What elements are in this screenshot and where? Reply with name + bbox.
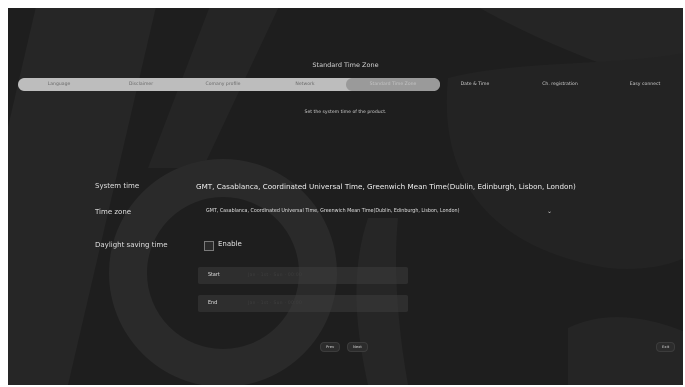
step-language: Language — [47, 82, 71, 87]
next-button[interactable]: Next — [347, 342, 368, 352]
chevron-down-icon: ⌄ — [546, 208, 552, 215]
step-standard-time-zone: Standard Time Zone — [369, 82, 417, 87]
step-disclaimer: Disclaimer — [128, 82, 154, 87]
time-zone-label: Time zone — [95, 208, 132, 216]
dst-start-label: Start — [208, 273, 220, 278]
step-easy-connect: Easy connect — [629, 82, 661, 87]
step-company-profile: Comany profile — [205, 82, 241, 87]
page-title: Standard Time Zone — [312, 61, 379, 69]
dst-enable-checkbox[interactable] — [204, 241, 214, 251]
setup-wizard-screen: Standard Time Zone Language Disclaimer C… — [8, 8, 683, 385]
dst-end-selectors: Jan · 1st · Sun · 00:00 — [248, 301, 303, 306]
dst-enable-label[interactable]: Enable — [218, 240, 242, 248]
system-time-value: GMT, Casablanca, Coordinated Universal T… — [196, 182, 576, 191]
step-network: Network — [295, 82, 315, 87]
step-ch-registration: Ch. registration — [542, 82, 578, 87]
prev-button[interactable]: Prev — [320, 342, 341, 352]
page-description: Set the system time of the product. — [304, 110, 387, 115]
wizard-progress-bar: Language Disclaimer Comany profile Netwo… — [18, 78, 673, 91]
dst-end-label: End — [208, 301, 218, 306]
dst-end-row: End Jan · 1st · Sun · 00:00 — [198, 295, 408, 312]
dst-start-row: Start Jan · 1st · Sun · 00:00 — [198, 267, 408, 284]
step-date-time: Date & Time — [460, 82, 490, 87]
exit-button[interactable]: Exit — [656, 342, 676, 352]
dst-label: Daylight saving time — [95, 241, 168, 249]
dst-start-selectors: Jan · 1st · Sun · 00:00 — [248, 273, 303, 278]
system-time-label: System time — [95, 182, 140, 190]
time-zone-selected-value: GMT, Casablanca, Coordinated Universal T… — [206, 209, 460, 214]
time-zone-select[interactable]: GMT, Casablanca, Coordinated Universal T… — [198, 204, 556, 220]
